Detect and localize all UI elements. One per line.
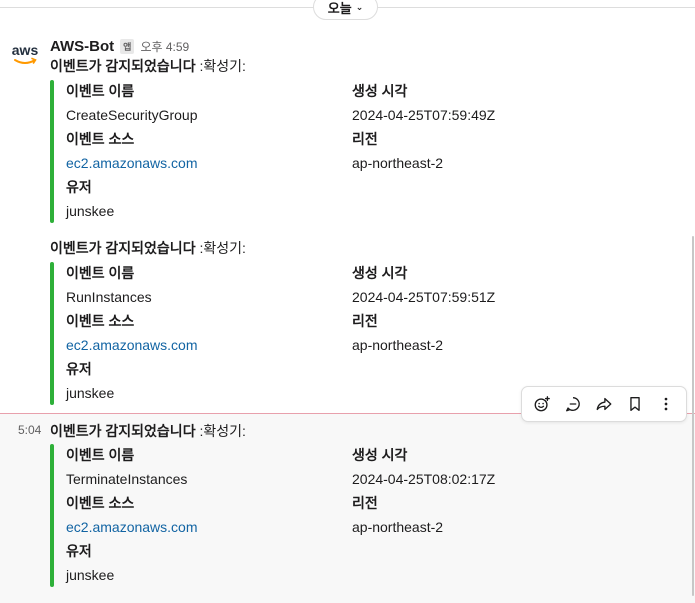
- date-jump-button[interactable]: 오늘 ⌄: [313, 0, 378, 20]
- field-region: 리전 ap-northeast-2: [352, 492, 443, 540]
- add-reaction-icon: [534, 396, 550, 412]
- field-user: 유저 junskee: [66, 176, 114, 224]
- attachment-bar: [50, 80, 54, 223]
- field-label: 이벤트 이름: [66, 447, 135, 463]
- field-label: 유저: [66, 543, 92, 559]
- field-region: 리전 ap-northeast-2: [352, 128, 443, 176]
- event-source-link[interactable]: ec2.amazonaws.com: [66, 152, 198, 176]
- svg-text:aws: aws: [12, 42, 39, 58]
- intro-emoji-text: :확성기:: [195, 240, 246, 256]
- field-event-source: 이벤트 소스 ec2.amazonaws.com: [66, 492, 198, 540]
- message-3[interactable]: 5:04 이벤트가 감지되었습니다 :확성기: 이벤트 이름 Terminate…: [0, 414, 695, 603]
- event-source-link[interactable]: ec2.amazonaws.com: [66, 334, 198, 358]
- field-value: junskee: [66, 385, 115, 401]
- field-value: TerminateInstances: [66, 471, 188, 487]
- field-value: 2024-04-25T07:59:51Z: [352, 289, 496, 305]
- message-intro: 이벤트가 감지되었습니다 :확성기:: [50, 56, 246, 76]
- intro-bold: 이벤트가 감지되었습니다: [50, 58, 196, 74]
- field-created-at: 생성 시각 2024-04-25T07:59:49Z: [352, 80, 495, 128]
- app-badge: 앱: [120, 38, 135, 54]
- field-label: 생성 시각: [352, 265, 408, 281]
- field-value: junskee: [66, 567, 115, 583]
- message-timestamp[interactable]: 오후 4:59: [140, 38, 189, 55]
- hover-timestamp[interactable]: 5:04: [18, 423, 41, 437]
- chevron-down-icon: ⌄: [355, 1, 364, 12]
- field-event-source: 이벤트 소스 ec2.amazonaws.com: [66, 310, 198, 358]
- reply-in-thread-icon: [565, 397, 580, 412]
- field-event-name: 이벤트 이름 RunInstances: [66, 262, 152, 310]
- forward-icon: [596, 397, 612, 411]
- intro-emoji-text: :확성기:: [195, 58, 246, 74]
- save-for-later-button[interactable]: [621, 390, 649, 418]
- field-value: ap-northeast-2: [352, 155, 444, 171]
- date-label: 오늘: [327, 0, 352, 16]
- field-event-name: 이벤트 이름 TerminateInstances: [66, 444, 187, 492]
- message-intro: 이벤트가 감지되었습니다 :확성기:: [50, 421, 246, 441]
- field-label: 유저: [66, 179, 92, 195]
- reply-in-thread-button[interactable]: [559, 390, 587, 418]
- attachment-bar: [50, 262, 54, 405]
- field-value: 2024-04-25T07:59:49Z: [352, 107, 496, 123]
- field-label: 생성 시각: [352, 83, 408, 99]
- field-label: 리전: [352, 313, 378, 329]
- intro-bold: 이벤트가 감지되었습니다: [50, 240, 196, 256]
- message-header: AWS-Bot 앱 오후 4:59: [50, 36, 189, 56]
- field-label: 이벤트 이름: [66, 265, 135, 281]
- field-label: 리전: [352, 495, 378, 511]
- forward-button[interactable]: [590, 390, 618, 418]
- avatar[interactable]: aws: [8, 36, 42, 70]
- field-label: 이벤트 이름: [66, 83, 135, 99]
- sender-name[interactable]: AWS-Bot: [50, 38, 114, 55]
- field-event-name: 이벤트 이름 CreateSecurityGroup: [66, 80, 198, 128]
- field-user: 유저 junskee: [66, 540, 114, 588]
- field-event-source: 이벤트 소스 ec2.amazonaws.com: [66, 128, 198, 176]
- field-user: 유저 junskee: [66, 358, 114, 406]
- field-value: junskee: [66, 203, 115, 219]
- field-value: CreateSecurityGroup: [66, 107, 198, 123]
- scrollbar[interactable]: [692, 236, 694, 596]
- field-label: 생성 시각: [352, 447, 408, 463]
- field-label: 리전: [352, 131, 378, 147]
- field-value: RunInstances: [66, 289, 152, 305]
- date-divider: 오늘 ⌄: [0, 0, 695, 22]
- add-reaction-button[interactable]: [528, 390, 556, 418]
- event-source-link[interactable]: ec2.amazonaws.com: [66, 516, 198, 540]
- field-region: 리전 ap-northeast-2: [352, 310, 443, 358]
- attachment: 이벤트 이름 RunInstances 생성 시각 2024-04-25T07:…: [50, 262, 610, 405]
- field-label: 이벤트 소스: [66, 313, 135, 329]
- attachment: 이벤트 이름 CreateSecurityGroup 생성 시각 2024-04…: [50, 80, 610, 223]
- field-created-at: 생성 시각 2024-04-25T07:59:51Z: [352, 262, 495, 310]
- more-actions-button[interactable]: [652, 390, 680, 418]
- field-value: ap-northeast-2: [352, 337, 444, 353]
- attachment-bar: [50, 444, 54, 587]
- intro-bold: 이벤트가 감지되었습니다: [50, 423, 196, 439]
- field-label: 이벤트 소스: [66, 495, 135, 511]
- aws-logo-icon: aws: [12, 42, 39, 64]
- message-intro: 이벤트가 감지되었습니다 :확성기:: [50, 238, 246, 258]
- message-2[interactable]: 이벤트가 감지되었습니다 :확성기: 이벤트 이름 RunInstances 생…: [0, 236, 695, 408]
- more-actions-icon: [664, 397, 668, 411]
- intro-emoji-text: :확성기:: [195, 423, 246, 439]
- field-label: 유저: [66, 361, 92, 377]
- field-value: ap-northeast-2: [352, 519, 444, 535]
- attachment: 이벤트 이름 TerminateInstances 생성 시각 2024-04-…: [50, 444, 610, 587]
- message-1[interactable]: aws AWS-Bot 앱 오후 4:59 이벤트가 감지되었습니다 :확성기:…: [0, 36, 695, 226]
- field-value: 2024-04-25T08:02:17Z: [352, 471, 496, 487]
- bookmark-icon: [630, 397, 640, 411]
- field-created-at: 생성 시각 2024-04-25T08:02:17Z: [352, 444, 495, 492]
- field-label: 이벤트 소스: [66, 131, 135, 147]
- message-actions-toolbar: [521, 386, 687, 422]
